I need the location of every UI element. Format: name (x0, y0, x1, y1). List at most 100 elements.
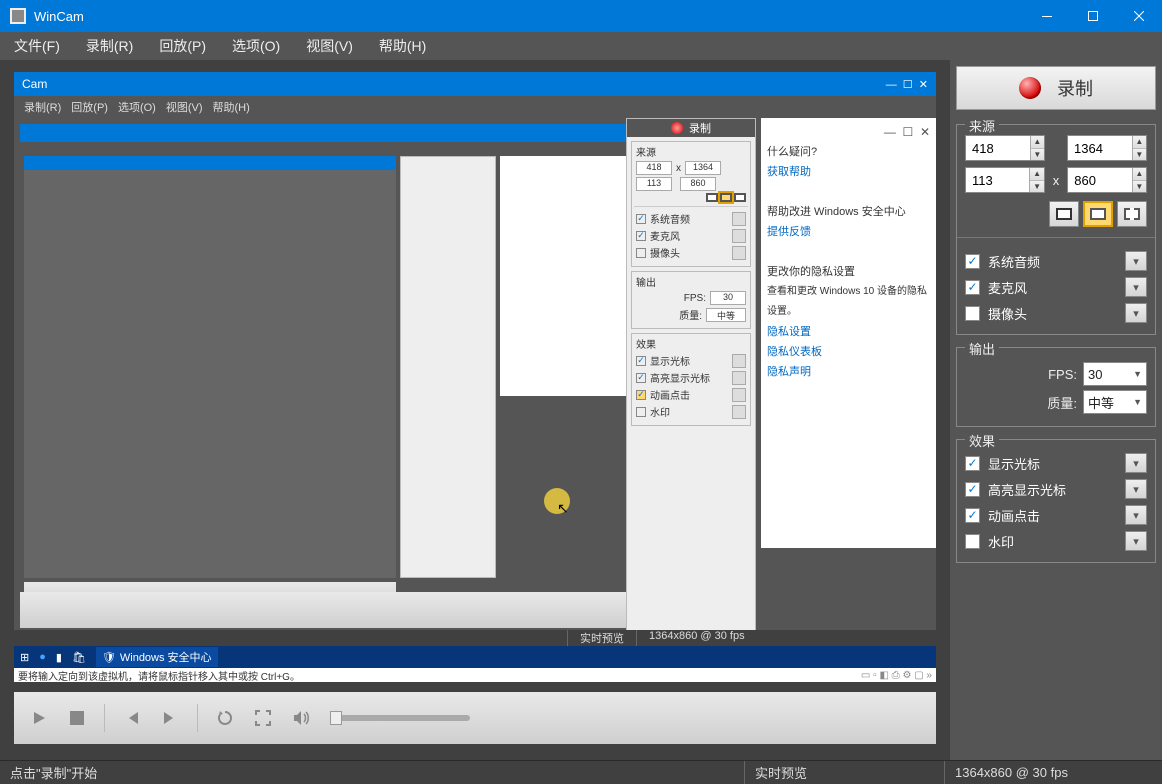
watermark-settings[interactable]: ▾ (1125, 531, 1147, 551)
preview-inner-playbar (20, 592, 626, 628)
monitor-icon (1056, 208, 1072, 220)
show-cursor-label: 显示光标 (988, 454, 1040, 473)
volume-slider[interactable] (330, 715, 470, 721)
fps-value: 30 (1088, 367, 1102, 382)
outh-up[interactable]: ▲ (1133, 168, 1146, 181)
pv-rec-label: 录制 (689, 120, 711, 136)
highlight-cursor-checkbox[interactable]: ✓ (965, 482, 980, 497)
status-bar: 点击"录制"开始 实时预览 1364x860 @ 30 fps (0, 760, 1162, 784)
fullscreen-button[interactable] (248, 703, 278, 733)
record-button[interactable]: 录制 (956, 66, 1156, 110)
pv-fx-legend: 效果 (636, 336, 746, 351)
microphone-checkbox[interactable]: ✓ (965, 280, 980, 295)
animate-click-label: 动画点击 (988, 506, 1040, 525)
status-hint: 点击"录制"开始 (0, 761, 744, 784)
microphone-settings[interactable]: ▾ (1125, 277, 1147, 297)
quality-select[interactable]: 中等▼ (1083, 390, 1147, 414)
height-down[interactable]: ▼ (1030, 181, 1043, 193)
loop-button[interactable] (210, 703, 240, 733)
preview-side-panel: 录制 来源 418x1364 113 860 ✓系统音频 ✓麦克风 摄像头 (626, 118, 756, 646)
volume-button[interactable] (286, 703, 316, 733)
menu-options[interactable]: 选项(O) (226, 34, 286, 58)
outw-up[interactable]: ▲ (1133, 136, 1146, 149)
record-button-label: 录制 (1057, 75, 1093, 101)
pv-c4: 水印 (650, 404, 670, 419)
source-fieldset: 来源 ▲▼ ▲▼ ▲▼ x ▲ (956, 124, 1156, 335)
minimize-button[interactable] (1024, 0, 1070, 32)
animate-click-settings[interactable]: ▾ (1125, 505, 1147, 525)
menu-bar: 文件(F) 录制(R) 回放(P) 选项(O) 视图(V) 帮助(H) (0, 32, 1162, 60)
menu-view[interactable]: 视图(V) (300, 34, 359, 58)
output-width-field[interactable] (1068, 136, 1132, 160)
pv-menu-options: 选项(O) (118, 99, 156, 115)
pv-menu-help: 帮助(H) (213, 99, 250, 115)
dimension-x: x (1051, 173, 1062, 188)
mode-region-button[interactable] (1117, 201, 1147, 227)
settings-panel: 录制 来源 ▲▼ ▲▼ ▲▼ x (950, 60, 1162, 760)
skip-end-button[interactable] (155, 703, 185, 733)
effects-legend: 效果 (965, 431, 999, 450)
animate-click-checkbox[interactable]: ✓ (965, 508, 980, 523)
window-title: WinCam (34, 9, 84, 24)
fps-select[interactable]: 30 ▼ (1083, 362, 1147, 386)
watermark-checkbox[interactable] (965, 534, 980, 549)
show-cursor-settings[interactable]: ▾ (1125, 453, 1147, 473)
outh-down[interactable]: ▼ (1133, 181, 1146, 193)
source-width-input[interactable]: ▲▼ (965, 135, 1045, 161)
play-button[interactable] (24, 703, 54, 733)
mode-window-button[interactable] (1083, 201, 1113, 227)
pv-status-mid: 实时预览 (567, 630, 636, 646)
system-audio-checkbox[interactable]: ✓ (965, 254, 980, 269)
output-width-input[interactable]: ▲▼ (1067, 135, 1147, 161)
pv-fps-l: FPS: (684, 293, 706, 304)
title-bar: WinCam (0, 0, 1162, 32)
width-up[interactable]: ▲ (1031, 136, 1044, 149)
system-audio-label: 系统音频 (988, 252, 1040, 271)
preview-inner-title: Cam (22, 77, 47, 91)
quality-value: 中等 (1088, 393, 1114, 412)
show-cursor-checkbox[interactable]: ✓ (965, 456, 980, 471)
menu-record[interactable]: 录制(R) (80, 34, 139, 58)
maximize-button[interactable] (1070, 0, 1116, 32)
highlight-cursor-settings[interactable]: ▾ (1125, 479, 1147, 499)
effects-fieldset: 效果 ✓ 显示光标 ▾ ✓ 高亮显示光标 ▾ ✓ 动画点击 ▾ 水印 ▾ (956, 439, 1156, 563)
stop-button[interactable] (62, 703, 92, 733)
skip-start-button[interactable] (117, 703, 147, 733)
pv-menu-playback: 回放(P) (71, 99, 108, 115)
source-width-field[interactable] (966, 136, 1030, 160)
pv-fps-v: 30 (710, 291, 746, 305)
pv-c1: 显示光标 (650, 353, 690, 368)
pv-ow: 1364 (685, 161, 721, 175)
camera-settings[interactable]: ▾ (1125, 303, 1147, 323)
watermark-label: 水印 (988, 532, 1014, 551)
record-dot-icon (1019, 77, 1041, 99)
status-mode: 实时预览 (744, 761, 944, 784)
system-audio-settings[interactable]: ▾ (1125, 251, 1147, 271)
microphone-label: 麦克风 (988, 278, 1027, 297)
width-down[interactable]: ▼ (1031, 149, 1044, 161)
pv-ql-v: 中等 (706, 308, 746, 322)
pv-help-h2: 更改你的隐私设置 (767, 262, 930, 282)
source-legend: 来源 (965, 116, 999, 135)
outw-down[interactable]: ▼ (1133, 149, 1146, 161)
pv-help-h1: 帮助改进 Windows 安全中心 (767, 202, 930, 222)
mode-fullscreen-button[interactable] (1049, 201, 1079, 227)
pv-oh: 860 (680, 177, 716, 191)
camera-checkbox[interactable] (965, 306, 980, 321)
source-height-field[interactable] (966, 168, 1029, 192)
menu-playback[interactable]: 回放(P) (153, 34, 212, 58)
menu-help[interactable]: 帮助(H) (373, 34, 432, 58)
pv-sa: 系统音频 (650, 211, 690, 226)
close-button[interactable] (1116, 0, 1162, 32)
source-height-input[interactable]: ▲▼ (965, 167, 1045, 193)
output-height-input[interactable]: ▲▼ (1067, 167, 1147, 193)
menu-file[interactable]: 文件(F) (8, 34, 66, 58)
preview-content[interactable]: Cam — ☐ ✕ 录制(R) 回放(P) 选项(O) 视图(V) 帮助(H) (14, 72, 936, 682)
window-icon (1090, 208, 1106, 220)
output-height-field[interactable] (1068, 168, 1131, 192)
pv-out-legend: 输出 (636, 274, 746, 289)
pv-taskbar-label: Windows 安全中心 (120, 649, 212, 665)
pv-c3: 动画点击 (650, 387, 690, 402)
height-up[interactable]: ▲ (1030, 168, 1043, 181)
chevron-down-icon: ▼ (1133, 369, 1142, 379)
